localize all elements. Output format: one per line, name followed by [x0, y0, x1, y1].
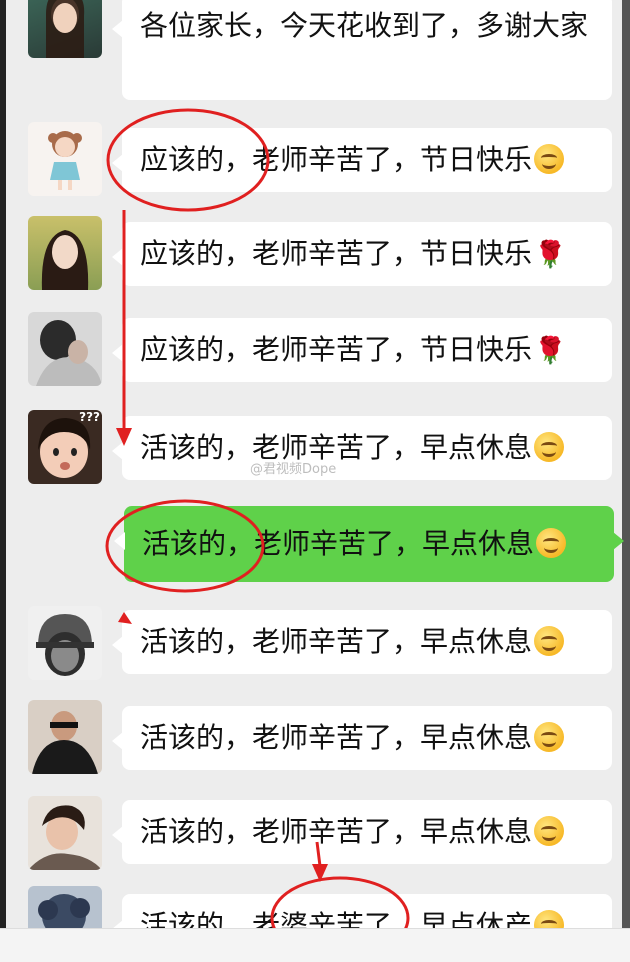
- chat-screen: 各位家长，今天花收到了，多谢大家 应该的，老师辛苦了，节日快乐 应该的，老师辛苦…: [0, 0, 630, 928]
- avatar-woman-photo-2[interactable]: [28, 796, 102, 870]
- smile-emoji-icon: [534, 910, 565, 928]
- smile-emoji-icon: [534, 816, 565, 846]
- annotation-arrow-head: [312, 864, 328, 882]
- message-text: 活该的，老师辛苦了，早点休息: [142, 527, 535, 560]
- message-text: 应该的，老师辛苦了，节日快乐: [140, 143, 533, 176]
- avatar-person-photo[interactable]: [28, 312, 102, 386]
- smile-emoji-icon: [536, 528, 567, 558]
- avatar-girl-photo[interactable]: [28, 0, 102, 58]
- message-bubble[interactable]: 活该的，老师辛苦了，早点休息: [112, 800, 612, 864]
- message-bubble[interactable]: 应该的，老师辛苦了，节日快乐: [112, 128, 612, 192]
- message-bubble[interactable]: 应该的，老师辛苦了，节日快乐🌹: [112, 222, 612, 286]
- message-text: 应该的，老师辛苦了，节日快乐: [140, 237, 533, 270]
- message-bubble[interactable]: 活该的，老师辛苦了，早点休息: [112, 416, 612, 480]
- screen-left-edge: [0, 0, 6, 928]
- watermark-text: @君视频Dope: [250, 462, 337, 477]
- avatar-child-photo[interactable]: ???: [28, 410, 102, 484]
- smile-emoji-icon: [534, 626, 565, 656]
- avatar-woman-photo[interactable]: [28, 216, 102, 290]
- smile-emoji-icon: [534, 144, 565, 174]
- rose-emoji-icon: 🌹: [534, 336, 567, 366]
- message-text: 应该的，老师辛苦了，节日快乐: [140, 333, 533, 366]
- avatar-man-photo[interactable]: [28, 700, 102, 774]
- message-text: 活该的，老师辛苦了，早点休息: [140, 721, 533, 754]
- message-bubble[interactable]: 应该的，老师辛苦了，节日快乐🌹: [112, 318, 612, 382]
- message-bubble[interactable]: 各位家长，今天花收到了，多谢大家: [112, 0, 612, 100]
- smile-emoji-icon: [534, 432, 565, 462]
- message-bubble[interactable]: 活该的，老师辛苦了，早点休息: [112, 706, 612, 770]
- avatar-curly-photo[interactable]: [28, 886, 102, 928]
- message-text: 活该的，老师辛苦了，早点休息: [140, 625, 533, 658]
- rose-emoji-icon: 🌹: [534, 240, 567, 270]
- avatar-cartoon-girl[interactable]: [28, 122, 102, 196]
- bottom-bar: [0, 928, 630, 962]
- message-text: 活该的，老师辛苦了，早点休息: [140, 815, 533, 848]
- smile-emoji-icon: [534, 722, 565, 752]
- message-bubble[interactable]: 活该的，老婆辛苦了，早点休产: [112, 894, 612, 928]
- avatar-badge-text: ???: [79, 410, 100, 424]
- message-text: 活该的，老婆辛苦了，早点休产: [140, 909, 533, 928]
- message-text: 各位家长，今天花收到了，多谢大家: [140, 9, 589, 42]
- avatar-helmet-sketch[interactable]: [28, 606, 102, 680]
- screen-right-edge: [622, 0, 630, 928]
- message-bubble[interactable]: 活该的，老师辛苦了，早点休息: [112, 610, 612, 674]
- self-message-bubble[interactable]: 活该的，老师辛苦了，早点休息: [114, 506, 624, 582]
